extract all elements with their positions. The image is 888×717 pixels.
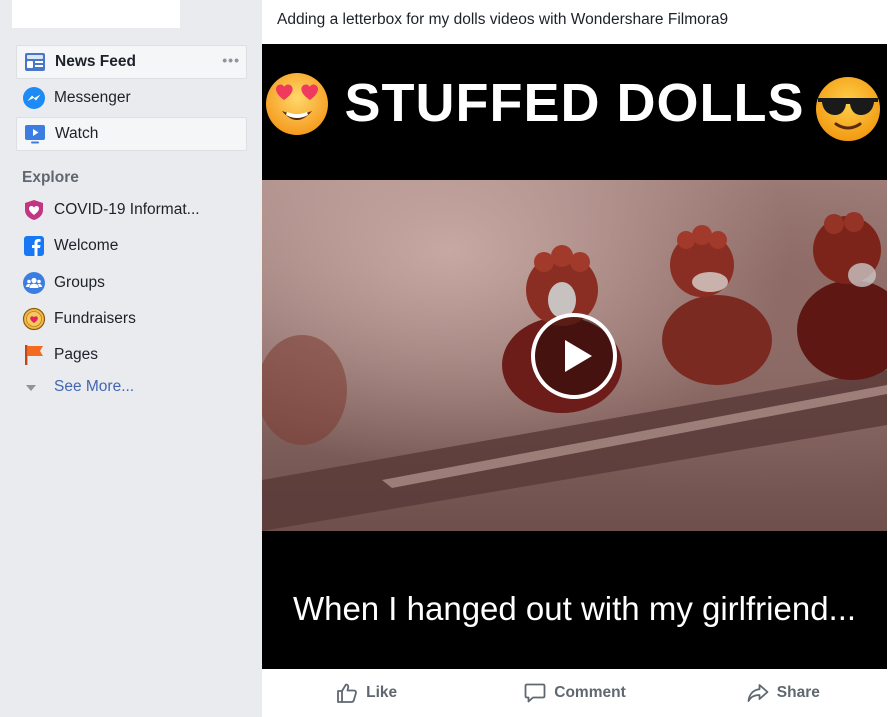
- comment-button[interactable]: Comment: [470, 669, 678, 717]
- post-actions-bar: Like Comment Share: [262, 669, 887, 717]
- sunglasses-emoji-icon: [816, 77, 880, 141]
- video-frame[interactable]: [262, 180, 887, 531]
- profile-box[interactable]: [12, 0, 180, 28]
- thumbs-up-icon: [337, 683, 358, 703]
- chevron-down-icon: [26, 385, 36, 391]
- sidebar-item-label: Messenger: [54, 89, 131, 106]
- share-button[interactable]: Share: [679, 669, 887, 717]
- video-subtitle: When I hanged out with my girlfriend...: [292, 590, 857, 627]
- fundraisers-icon: [22, 307, 46, 331]
- sidebar-item-welcome[interactable]: Welcome: [16, 229, 247, 263]
- video-title: STUFFED DOLLS: [344, 73, 805, 133]
- play-icon[interactable]: [530, 312, 618, 400]
- messenger-icon: [23, 87, 45, 109]
- comment-icon: [524, 683, 546, 703]
- share-icon: [747, 684, 769, 702]
- post-text: Adding a letterbox for my dolls videos w…: [277, 11, 729, 28]
- sidebar-item-label: Watch: [55, 125, 99, 142]
- flag-icon: [25, 345, 43, 365]
- like-label: Like: [366, 684, 398, 701]
- watch-icon: [25, 125, 45, 144]
- comment-label: Comment: [554, 684, 626, 701]
- sidebar-item-label: Groups: [54, 274, 105, 291]
- sidebar-item-watch[interactable]: Watch: [16, 117, 247, 151]
- see-more-label: See More...: [54, 378, 135, 395]
- facebook-icon: [24, 236, 44, 256]
- like-button[interactable]: Like: [262, 669, 470, 717]
- feed-post: Adding a letterbox for my dolls videos w…: [262, 0, 888, 717]
- sidebar-item-label: COVID-19 Informat...: [54, 201, 200, 218]
- explore-header: Explore: [22, 169, 79, 186]
- sidebar-item-fundraisers[interactable]: Fundraisers: [16, 302, 247, 336]
- sidebar-item-news-feed[interactable]: News Feed •••: [16, 45, 247, 79]
- news-feed-icon: [25, 53, 45, 71]
- share-label: Share: [776, 684, 820, 701]
- sidebar-item-label: Fundraisers: [54, 310, 136, 327]
- sidebar-item-groups[interactable]: Groups: [16, 266, 247, 300]
- video-player[interactable]: STUFFED DOLLS When I hanged out with my …: [262, 44, 887, 669]
- sidebar-item-label: News Feed: [55, 53, 136, 70]
- sidebar-item-messenger[interactable]: Messenger: [16, 81, 247, 115]
- sidebar-item-label: Welcome: [54, 237, 119, 254]
- covid-heart-icon: [25, 200, 43, 220]
- more-options-icon[interactable]: •••: [222, 52, 240, 68]
- groups-icon: [23, 272, 45, 294]
- see-more-link[interactable]: See More...: [26, 378, 134, 396]
- sidebar-item-label: Pages: [54, 346, 98, 363]
- left-sidebar: News Feed ••• Messenger Watch Explore CO…: [0, 0, 262, 717]
- sidebar-item-pages[interactable]: Pages: [16, 338, 247, 372]
- sidebar-item-covid[interactable]: COVID-19 Informat...: [16, 193, 247, 227]
